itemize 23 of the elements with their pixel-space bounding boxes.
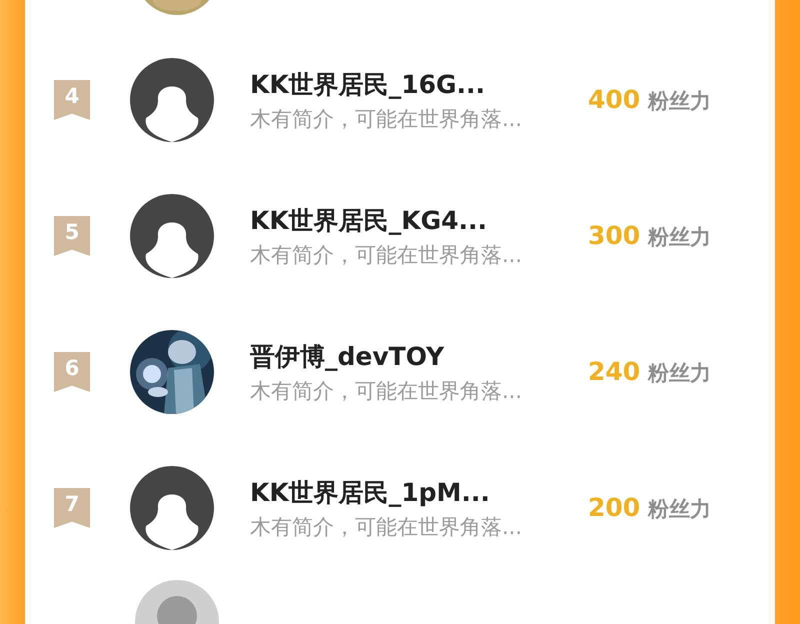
user-bio: 木有简介，可能在世界角落... (250, 514, 524, 540)
rank-badge: 7 (54, 488, 90, 528)
rank-badge: 4 (54, 80, 90, 120)
fan-count: 240 (588, 357, 640, 386)
user-name: KK世界居民_KG4... (250, 204, 488, 236)
fan-count: 300 (588, 221, 640, 250)
fan-unit-label: 粉丝力 (648, 360, 712, 387)
user-bio: 木有简介，可能在世界角落... (250, 106, 524, 132)
fan-count: 200 (588, 493, 640, 522)
fan-unit-label: 粉丝力 (648, 88, 712, 115)
rank-badge: 5 (54, 216, 90, 256)
rank-badge: 6 (54, 352, 90, 392)
fan-unit-label: 粉丝力 (648, 224, 712, 251)
user-bio: 木有简介，可能在世界角落... (250, 242, 524, 268)
fan-count: 400 (588, 85, 640, 114)
user-name: KK世界居民_16G... (250, 68, 486, 100)
user-name: KK世界居民_1pM... (250, 476, 491, 508)
user-name: 晋伊博_devTOY (250, 340, 446, 372)
person-silhouette-icon (130, 194, 214, 278)
person-silhouette-icon (130, 466, 214, 550)
user-bio: 木有简介，可能在世界角落... (250, 378, 524, 404)
person-silhouette-icon (130, 58, 214, 142)
fan-unit-label: 粉丝力 (648, 496, 712, 523)
